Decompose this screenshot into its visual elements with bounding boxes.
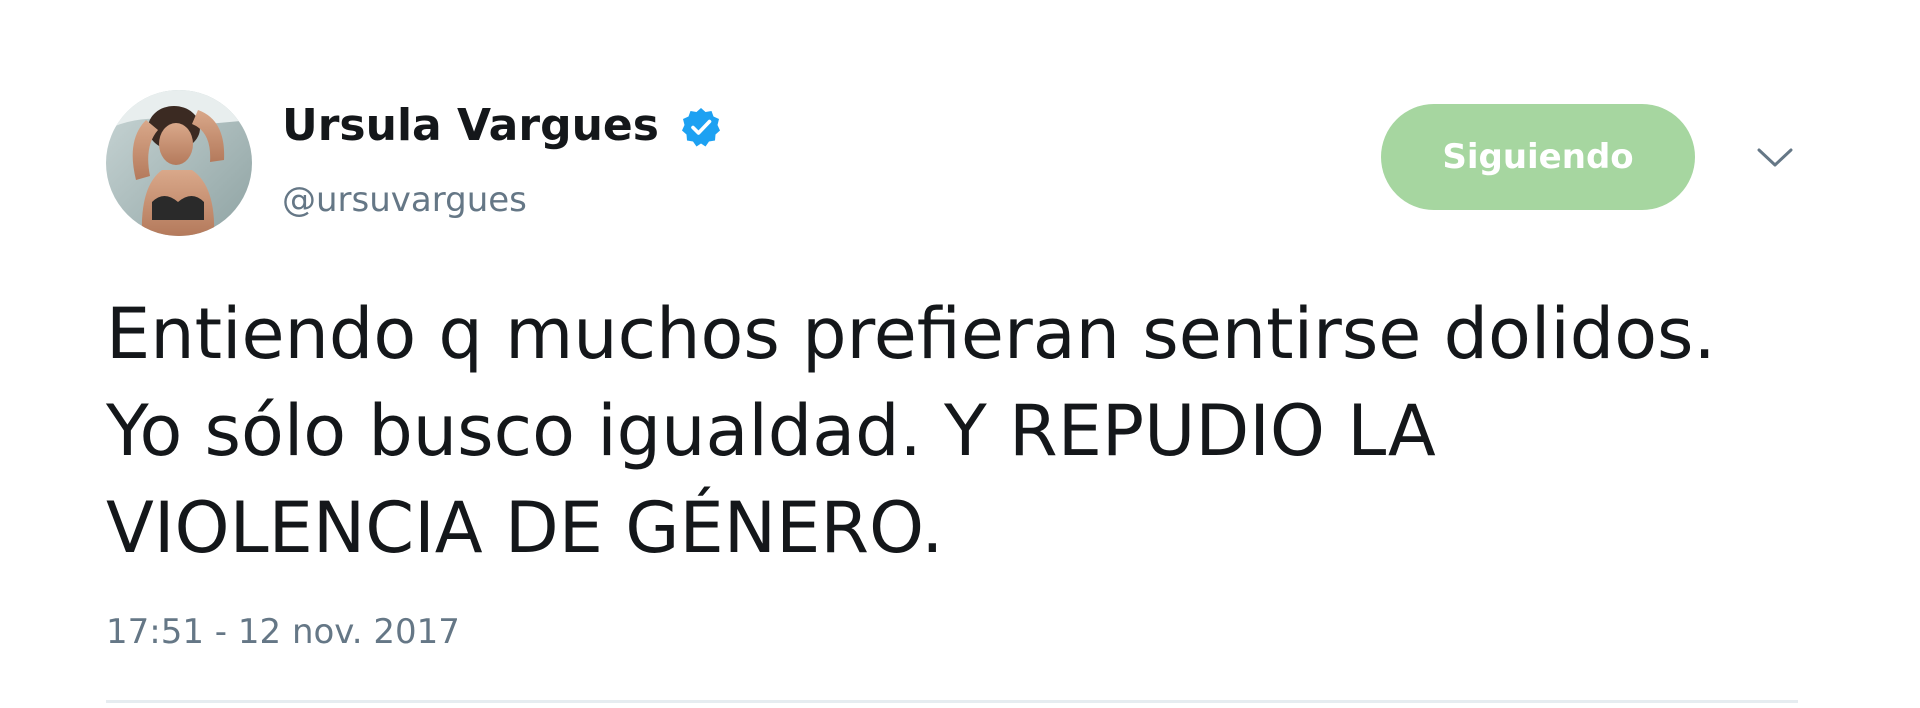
author-display-name[interactable]: Ursula Vargues	[282, 100, 659, 151]
tweet-text-line: Yo sólo busco igualdad. Y REPUDIO LA	[106, 390, 1436, 472]
divider	[106, 700, 1798, 703]
following-button[interactable]: Siguiendo	[1381, 104, 1695, 210]
tweet-timestamp[interactable]: 17:51 - 12 nov. 2017	[106, 612, 460, 652]
tweet-card: Ursula Vargues @ursuvargues Siguiendo En…	[0, 0, 1920, 708]
avatar-photo	[106, 90, 252, 236]
author-avatar[interactable]	[106, 90, 252, 236]
author-handle[interactable]: @ursuvargues	[282, 180, 527, 220]
verified-badge-icon	[680, 106, 722, 148]
tweet-text-line: Entiendo q muchos prefieran sentirse dol…	[106, 293, 1716, 375]
chevron-down-icon	[1757, 148, 1793, 167]
tweet-text: Entiendo q muchos prefieran sentirse dol…	[106, 286, 1846, 577]
tweet-menu-button[interactable]	[1750, 138, 1800, 178]
tweet-text-line: VIOLENCIA DE GÉNERO.	[106, 487, 944, 569]
